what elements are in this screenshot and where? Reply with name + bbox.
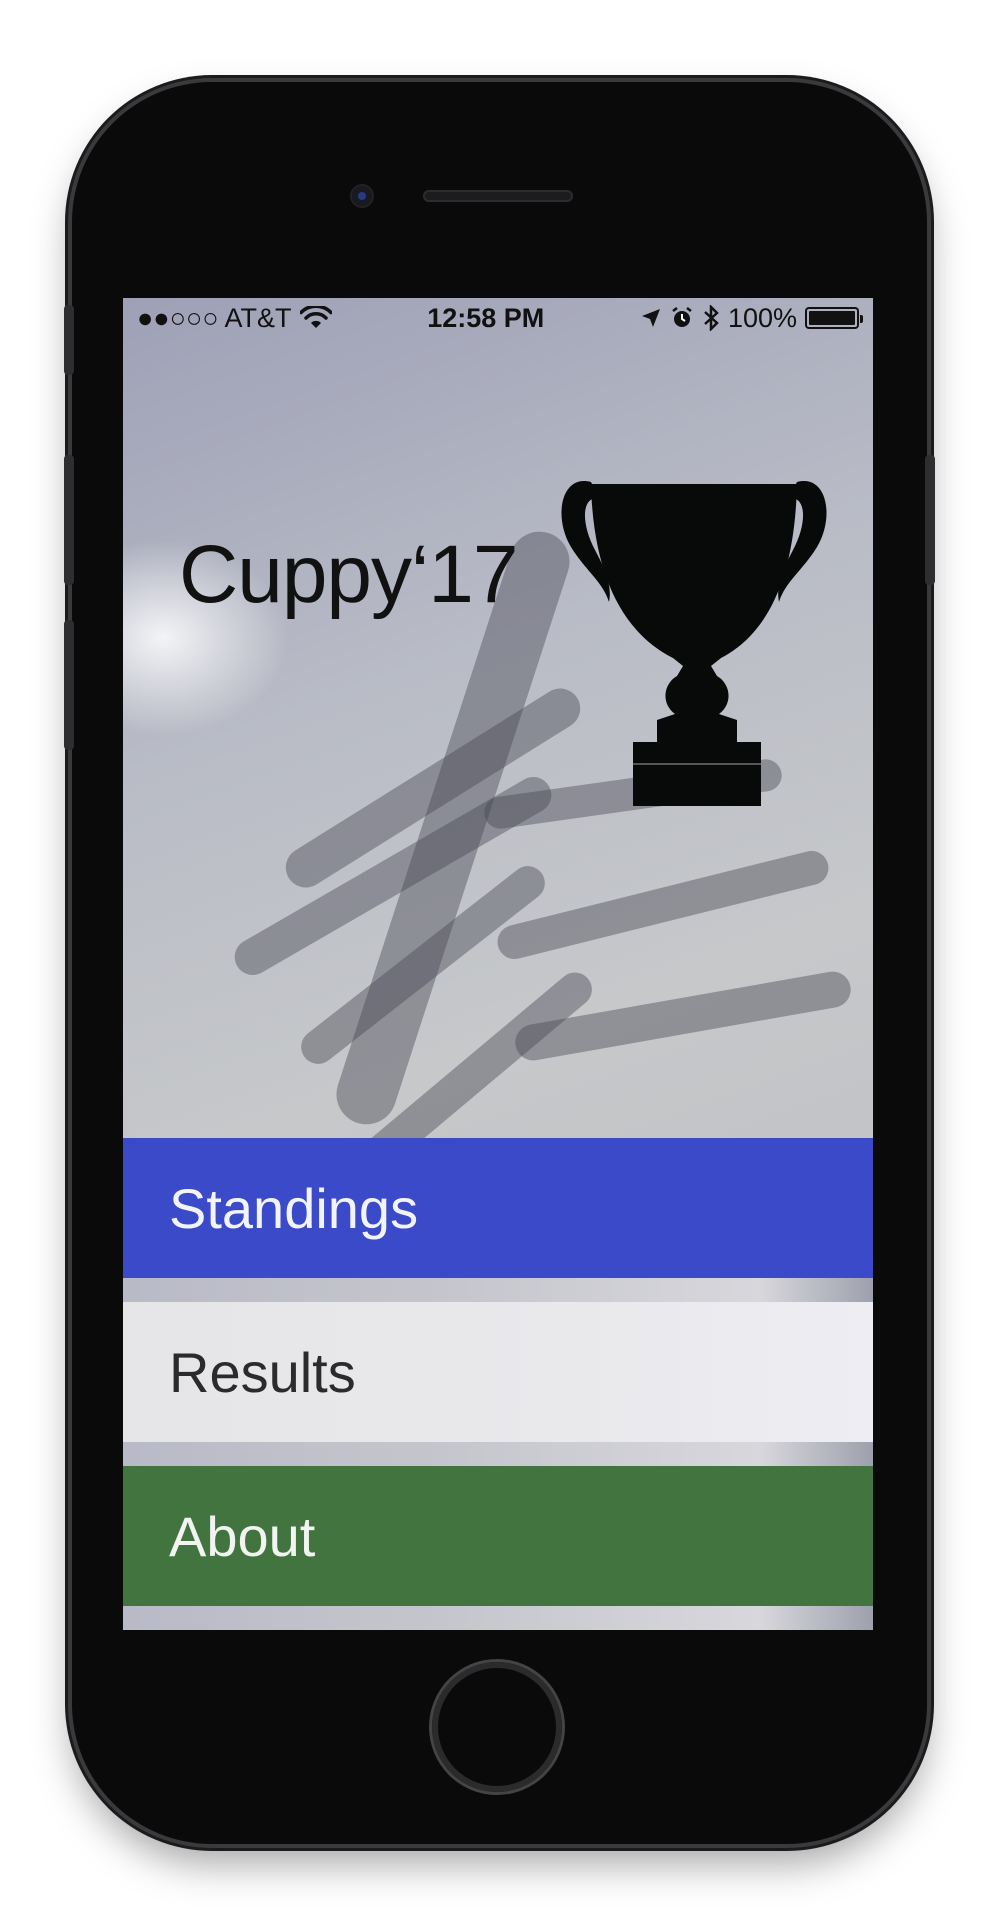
app-screen: ●●○○○ AT&T 12:58 PM 100% Cuppy‘17 Standi… (123, 298, 873, 1630)
home-button[interactable] (432, 1662, 562, 1792)
menu-item-standings[interactable]: Standings (123, 1138, 873, 1278)
location-arrow-icon (641, 309, 660, 327)
menu-item-label: Standings (169, 1176, 419, 1240)
mute-switch (64, 305, 74, 375)
menu-item-label: Results (169, 1340, 356, 1404)
bluetooth-icon (704, 305, 719, 331)
alarm-icon (672, 307, 692, 327)
clock: 12:58 PM (427, 302, 545, 333)
app-title: Cuppy‘17 (179, 529, 518, 620)
power-button (925, 455, 935, 585)
volume-down-button (64, 620, 74, 750)
background-shadow (493, 847, 833, 963)
main-menu: Standings Results About (123, 1138, 873, 1630)
front-camera (352, 186, 372, 206)
status-bar: ●●○○○ AT&T 12:58 PM 100% (123, 298, 873, 338)
menu-divider (123, 1442, 873, 1466)
volume-up-button (64, 455, 74, 585)
menu-divider (123, 1606, 873, 1630)
menu-item-results[interactable]: Results (123, 1302, 873, 1442)
wifi-icon (299, 306, 332, 328)
battery-icon (805, 307, 863, 329)
battery-percent: 100% (727, 302, 797, 333)
battery-level-fill (809, 311, 855, 325)
menu-item-label: About (169, 1504, 316, 1568)
menu-divider (123, 1278, 873, 1302)
menu-item-about[interactable]: About (123, 1466, 873, 1606)
carrier-label: ●●○○○ AT&T (137, 302, 292, 333)
trophy-icon (561, 481, 827, 806)
earpiece-speaker (423, 190, 573, 202)
